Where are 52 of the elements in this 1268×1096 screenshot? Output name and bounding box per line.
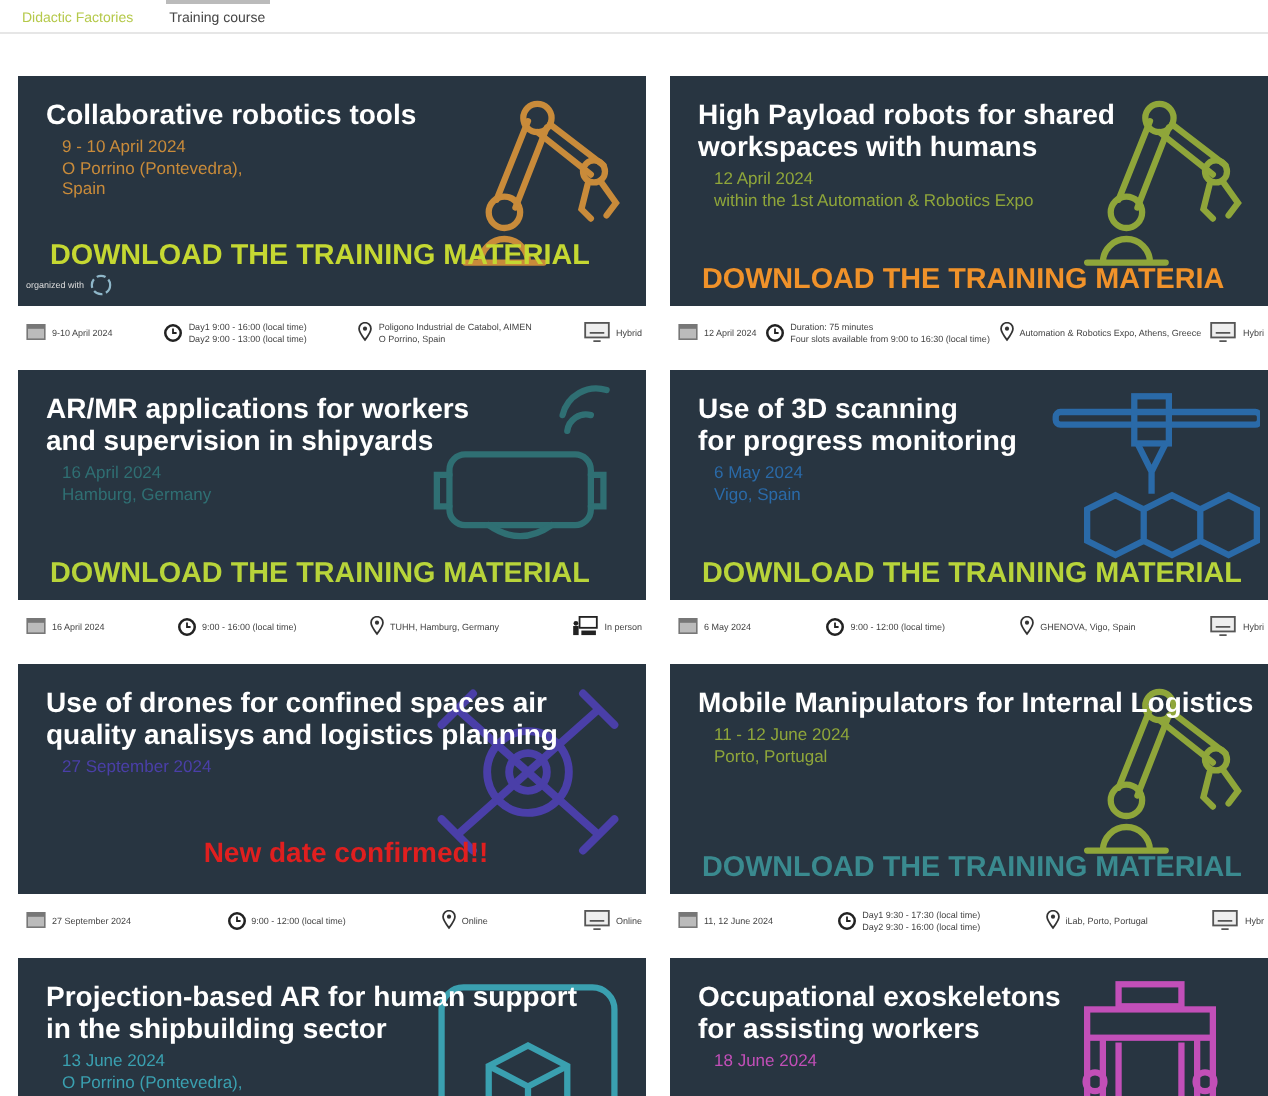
clock-icon: [838, 911, 857, 929]
event-detail: Porto, Portugal: [714, 745, 830, 766]
location-pin-icon: [358, 322, 373, 342]
event-detail: 13 June 2024: [62, 1050, 168, 1071]
location-pin-icon: [1045, 910, 1060, 930]
event-detail: Hamburg, Germany: [62, 483, 214, 504]
event-title: Collaborative robotics tools: [46, 98, 419, 130]
notice-text: New date confirmed!!: [201, 836, 491, 868]
calendar-icon: [26, 912, 46, 928]
event-title: Projection-based AR for human support in the shipbuilding sector: [46, 980, 579, 1044]
monitor-icon: [1210, 616, 1237, 636]
event-title: Use of 3D scanning for progress monitoring: [698, 392, 1019, 456]
calendar-icon: [26, 324, 46, 340]
event-title: Mobile Manipulators for Internal Logistics: [698, 686, 1256, 718]
location-pin-icon: [1020, 616, 1035, 636]
event-detail: Vigo, Spain: [714, 483, 803, 504]
calendar-icon: [26, 618, 46, 634]
clock-icon: [826, 617, 845, 635]
clock-icon: [178, 617, 196, 635]
monitor-icon: [1210, 322, 1237, 342]
event-detail: 18 June 2024: [714, 1050, 820, 1071]
organizer-logo-icon: [90, 274, 113, 296]
location-pin-icon: [441, 910, 456, 930]
calendar-icon: [678, 324, 698, 340]
download-link[interactable]: DOWNLOAD THE TRAINING MATERIAL: [50, 558, 646, 590]
event-detail: 9 - 10 April 2024: [62, 136, 188, 157]
event-title: Occupational exoskeletons for assisting workers: [698, 980, 1063, 1044]
download-link[interactable]: DOWNLOAD THE TRAINING MATERIAL: [702, 558, 1268, 590]
event-detail: 27 September 2024: [62, 756, 214, 777]
clock-icon: [227, 911, 246, 929]
presenter-icon: [572, 616, 599, 636]
event-detail: O Porrino (Pontevedra),: [62, 1071, 245, 1092]
event-title: Use of drones for confined spaces air quality analisys and logistics planning: [46, 686, 560, 750]
monitor-icon: [1212, 910, 1239, 930]
event-title: AR/MR applications for workers and supervision in shipyards: [46, 392, 472, 456]
event-detail: O Porrino (Pontevedra),: [62, 157, 245, 178]
event-title: High Payload robots for shared workspaces with humans: [698, 98, 1117, 162]
clock-icon: [766, 323, 785, 341]
event-detail: 11 - 12 June 2024: [714, 724, 852, 745]
calendar-icon: [678, 912, 698, 928]
clock-icon: [164, 323, 183, 341]
event-detail: 12 April 2024: [714, 168, 816, 189]
event-detail: 6 May 2024: [714, 462, 805, 483]
location-pin-icon: [999, 322, 1014, 342]
monitor-icon: [583, 910, 610, 930]
event-detail: 16 April 2024: [62, 462, 164, 483]
monitor-icon: [583, 322, 610, 342]
event-detail: Spain: [62, 178, 108, 199]
event-detail: within the 1st Automation & Robotics Expo: [714, 189, 1036, 210]
location-pin-icon: [370, 616, 384, 636]
calendar-icon: [678, 618, 698, 634]
download-link[interactable]: DOWNLOAD THE TRAINING MATERIA: [702, 264, 1268, 296]
